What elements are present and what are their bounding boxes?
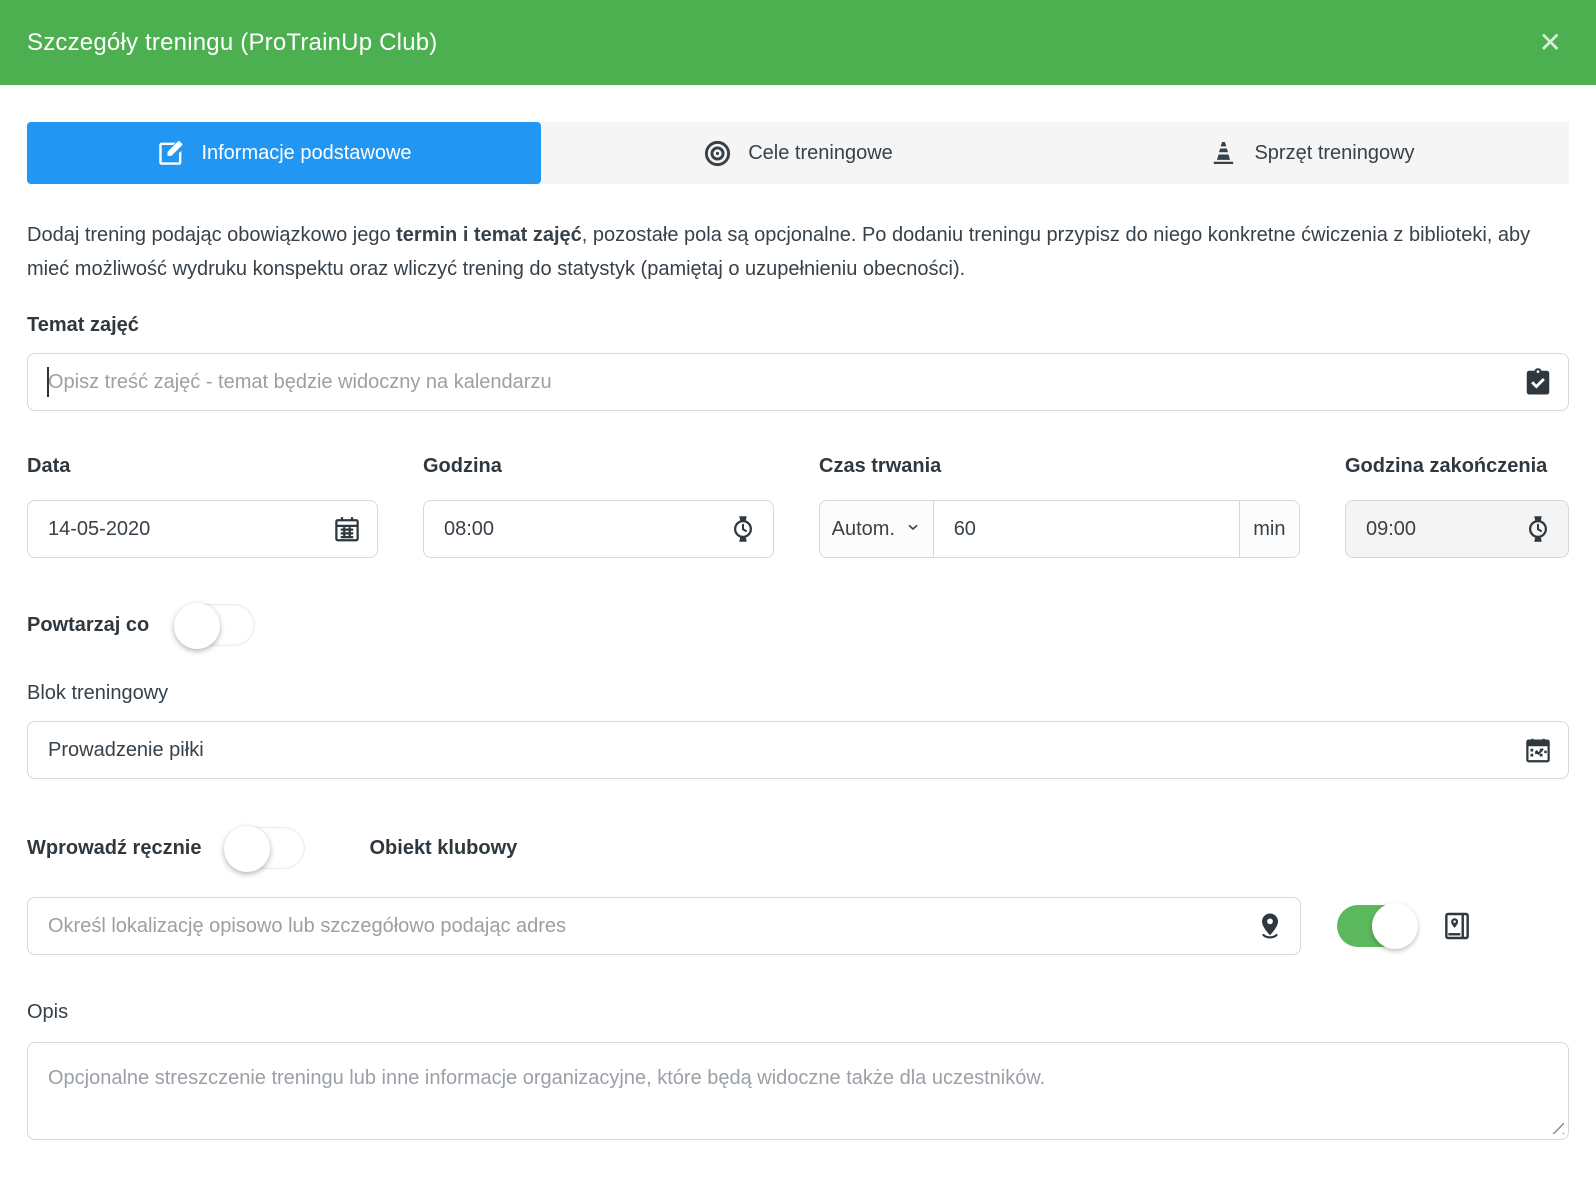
club-facility-toggle[interactable] (1337, 905, 1417, 947)
location-row (27, 897, 1569, 955)
tab-label: Cele treningowe (748, 142, 893, 165)
tab-informacje-podstawowe[interactable]: Informacje podstawowe (27, 122, 541, 184)
datetime-row: Data Godzina Czas trwania (27, 455, 1569, 558)
tab-sprzet-treningowy[interactable]: Sprzęt treningowy (1055, 122, 1569, 184)
description-textarea[interactable] (27, 1042, 1569, 1140)
training-block-label: Blok treningowy (27, 682, 1569, 705)
end-time-label: Godzina zakończenia (1345, 455, 1569, 478)
topic-label: Temat zajęć (27, 314, 1569, 337)
edit-icon (156, 139, 185, 168)
target-icon (703, 139, 732, 168)
training-block-field (27, 721, 1569, 779)
chevron-down-icon (905, 518, 921, 541)
map-pin-icon[interactable] (1255, 911, 1285, 941)
manual-entry-label: Wprowadź ręcznie (27, 837, 201, 860)
duration-mode-select[interactable]: Autom. (820, 501, 934, 557)
toggle-knob (224, 826, 270, 872)
topic-field (27, 353, 1569, 411)
toggle-knob (174, 603, 220, 649)
modal-header: Szczegóły treningu (ProTrainUp Club) ✕ (0, 0, 1596, 85)
duration-value-input[interactable] (934, 501, 1239, 557)
clipboard-check-icon[interactable] (1523, 367, 1553, 397)
duration-label: Czas trwania (819, 455, 1300, 478)
description-label: Opis (27, 1001, 1569, 1024)
close-button[interactable]: ✕ (1535, 25, 1566, 61)
modal-content: Informacje podstawowe Cele treningowe Sp… (0, 122, 1596, 1140)
club-facility-label: Obiekt klubowy (369, 837, 517, 860)
start-time-input[interactable] (423, 500, 774, 558)
training-block-input[interactable] (27, 721, 1569, 779)
location-field (27, 897, 1301, 955)
repeat-label: Powtarzaj co (27, 614, 149, 637)
tab-cele-treningowe[interactable]: Cele treningowe (541, 122, 1055, 184)
tab-label: Sprzęt treningowy (1254, 142, 1414, 165)
manual-entry-row: Wprowadź ręcznie Obiekt klubowy (27, 827, 1569, 869)
modal-title: Szczegóły treningu (ProTrainUp Club) (27, 29, 437, 57)
duration-group: Autom. min (819, 500, 1300, 558)
toggle-knob (1372, 903, 1418, 949)
text-caret (47, 367, 49, 397)
cone-icon (1209, 139, 1238, 168)
start-time-label: Godzina (423, 455, 774, 478)
tab-label: Informacje podstawowe (201, 142, 411, 165)
duration-unit-addon: min (1239, 501, 1299, 557)
watch-icon[interactable] (728, 514, 758, 544)
watch-icon[interactable] (1523, 514, 1553, 544)
date-label: Data (27, 455, 378, 478)
tab-bar: Informacje podstawowe Cele treningowe Sp… (27, 122, 1569, 184)
manual-entry-toggle[interactable] (225, 827, 305, 869)
training-details-modal: Szczegóły treningu (ProTrainUp Club) ✕ I… (0, 0, 1596, 1140)
repeat-toggle[interactable] (175, 604, 255, 646)
calendar-multiselect-icon[interactable] (1523, 735, 1553, 765)
repeat-row: Powtarzaj co (27, 604, 1569, 646)
location-input[interactable] (27, 897, 1301, 955)
topic-input[interactable] (27, 353, 1569, 411)
calendar-icon[interactable] (332, 514, 362, 544)
description-field (27, 1042, 1569, 1140)
facility-map-book-icon[interactable] (1441, 910, 1473, 942)
close-icon: ✕ (1539, 27, 1562, 58)
date-input[interactable] (27, 500, 378, 558)
intro-text: Dodaj trening podając obowiązkowo jego t… (27, 218, 1569, 286)
